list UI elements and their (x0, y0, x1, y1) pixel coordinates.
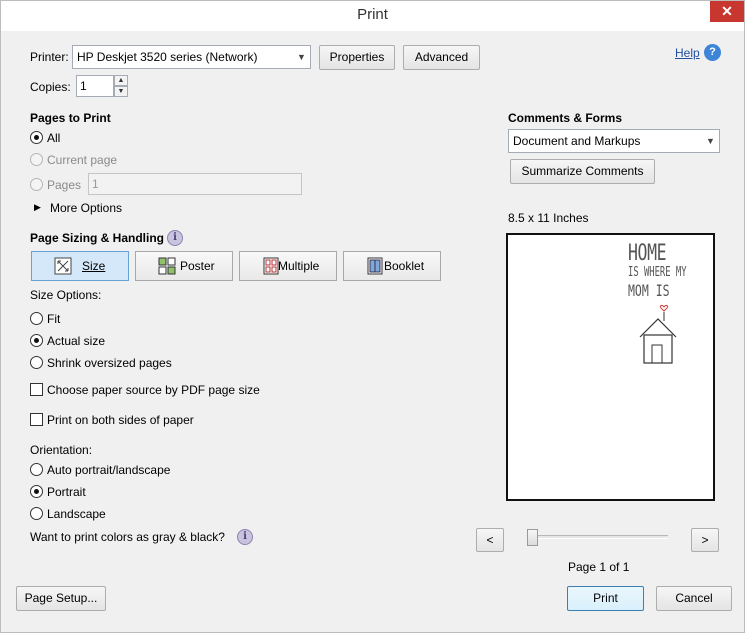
page-slider-thumb[interactable] (527, 529, 538, 546)
house-heart-icon (639, 304, 677, 364)
tab-booklet[interactable]: Booklet (343, 251, 441, 281)
booklet-icon (367, 257, 383, 275)
shrink-oversized-label: Shrink oversized pages (47, 356, 172, 370)
comments-forms-heading: Comments & Forms (508, 111, 623, 125)
landscape-radio[interactable] (30, 507, 43, 520)
print-dialog: Print ✕ Printer: HP Deskjet 3520 series … (0, 0, 745, 633)
summarize-comments-button[interactable]: Summarize Comments (510, 159, 655, 184)
page-setup-button[interactable]: Page Setup... (16, 586, 106, 611)
comments-forms-select[interactable]: Document and Markups ▼ (508, 129, 720, 153)
auto-orientation-label: Auto portrait/landscape (47, 463, 171, 477)
printer-label: Printer: (30, 50, 69, 64)
tab-size[interactable]: Size (31, 251, 129, 281)
title-bar: Print ✕ (1, 1, 744, 31)
paper-source-label: Choose paper source by PDF page size (47, 383, 260, 397)
print-button[interactable]: Print (567, 586, 644, 611)
current-page-label: Current page (47, 153, 118, 167)
pages-all-label: All (47, 131, 61, 145)
chevron-down-icon: ▼ (297, 52, 306, 62)
comments-forms-value: Document and Markups (513, 134, 641, 148)
preview-text-home: HOME (628, 241, 667, 266)
preview-text-is-where-my: IS WHERE MY (628, 265, 687, 280)
printer-select-value: HP Deskjet 3520 series (Network) (77, 50, 258, 64)
landscape-label: Landscape (47, 507, 106, 521)
shrink-oversized-radio[interactable] (30, 356, 43, 369)
preview-text-mom-is: MOM IS (628, 281, 670, 300)
page-status: Page 1 of 1 (568, 560, 630, 574)
tab-size-label: Size (82, 259, 106, 273)
expand-triangle-icon[interactable]: ▶ (34, 202, 41, 213)
tab-poster[interactable]: Poster (135, 251, 233, 281)
properties-button[interactable]: Properties (319, 45, 395, 70)
chevron-down-icon: ▼ (706, 136, 715, 146)
fit-radio[interactable] (30, 312, 43, 325)
auto-orientation-radio[interactable] (30, 463, 43, 476)
portrait-radio[interactable] (30, 485, 43, 498)
pages-all-radio[interactable] (30, 131, 43, 144)
copies-decrement-button[interactable]: ▼ (114, 86, 128, 97)
poster-icon (158, 257, 176, 275)
actual-size-label: Actual size (47, 334, 106, 348)
printer-select[interactable]: HP Deskjet 3520 series (Network) ▼ (72, 45, 311, 69)
size-icon (54, 257, 72, 275)
paper-source-checkbox[interactable] (30, 383, 43, 396)
cancel-button[interactable]: Cancel (656, 586, 732, 611)
help-icon[interactable]: ? (704, 44, 721, 61)
fit-label: Fit (47, 312, 61, 326)
copies-increment-button[interactable]: ▲ (114, 75, 128, 86)
tab-poster-label: Poster (180, 259, 215, 273)
both-sides-checkbox[interactable] (30, 413, 43, 426)
orientation-label: Orientation: (30, 443, 93, 457)
tab-booklet-label: Booklet (384, 259, 425, 273)
more-options-toggle[interactable]: More Options (50, 201, 122, 215)
tab-multiple[interactable]: Multiple (239, 251, 337, 281)
size-options-label: Size Options: (30, 288, 102, 302)
previous-page-button[interactable]: < (476, 528, 504, 552)
both-sides-label: Print on both sides of paper (47, 413, 194, 427)
page-slider-track[interactable] (528, 535, 668, 539)
window-title: Print (357, 6, 388, 23)
close-button[interactable]: ✕ (710, 1, 744, 22)
pages-to-print-heading: Pages to Print (30, 111, 111, 125)
tab-multiple-label: Multiple (278, 259, 320, 273)
portrait-label: Portrait (47, 485, 86, 499)
pages-range-label: Pages (47, 178, 82, 192)
current-page-radio[interactable] (30, 153, 43, 166)
advanced-button[interactable]: Advanced (403, 45, 480, 70)
print-preview: HOME IS WHERE MY MOM IS (506, 233, 715, 501)
help-link[interactable]: Help (675, 46, 700, 60)
actual-size-radio[interactable] (30, 334, 43, 347)
info-icon[interactable]: i (167, 230, 183, 246)
gray-black-question: Want to print colors as gray & black? (30, 530, 225, 544)
info-icon[interactable]: i (237, 529, 253, 545)
paper-size-label: 8.5 x 11 Inches (508, 211, 589, 225)
copies-label: Copies: (30, 80, 71, 94)
next-page-button[interactable]: > (691, 528, 719, 552)
pages-range-radio[interactable] (30, 178, 43, 191)
pages-range-input[interactable]: 1 (88, 173, 302, 195)
copies-input[interactable]: 1 (76, 75, 114, 97)
page-sizing-heading: Page Sizing & Handling (30, 231, 165, 245)
